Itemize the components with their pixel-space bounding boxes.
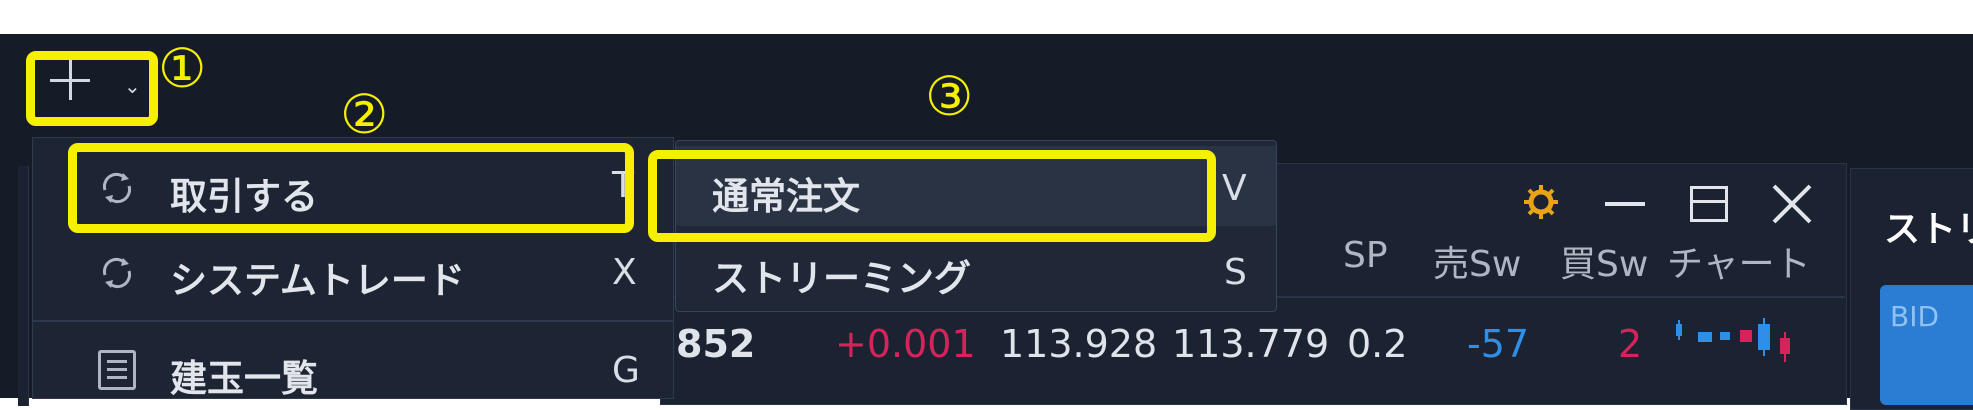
highlight-normal-order (648, 150, 1216, 242)
bid-cell[interactable]: 113.928 (1000, 322, 1157, 366)
menu-item-system-trade-shortcut: X (612, 252, 637, 293)
ask-cell[interactable]: 113.779 (1172, 322, 1329, 366)
submenu-item-normal-order-shortcut: V (1222, 168, 1247, 209)
mini-chart[interactable] (1672, 318, 1812, 368)
dropdown-left-edge (18, 166, 29, 406)
header-sp: SP (1343, 235, 1388, 276)
callout-3: ③ (925, 65, 974, 128)
gear-icon[interactable] (1522, 183, 1560, 221)
menu-separator (33, 320, 673, 322)
sell-sw-cell: -57 (1467, 322, 1530, 366)
buy-sw-cell: 2 (1618, 322, 1643, 366)
highlight-add-button (26, 51, 158, 126)
highlight-trade-item (68, 143, 634, 233)
minimize-icon[interactable] (1605, 202, 1645, 206)
submenu-item-streaming-label: ストリーミング (712, 257, 971, 300)
streaming-panel-title: ストリ (1884, 209, 1973, 250)
menu-item-system-trade-label: システムトレード (170, 259, 465, 302)
list-icon (98, 350, 136, 390)
pair-cell[interactable]: 852 (676, 322, 755, 366)
header-buy-sw: 買Sw (1560, 244, 1649, 285)
menu-item-positions-shortcut: G (612, 350, 640, 391)
menu-item-positions-label: 建玉一覧 (170, 357, 318, 400)
sync-icon (97, 253, 137, 293)
callout-1: ① (158, 37, 207, 100)
header-chart: チャート (1667, 244, 1811, 285)
sp-cell: 0.2 (1347, 322, 1408, 366)
header-sell-sw: 売Sw (1433, 244, 1522, 285)
change-cell: +0.001 (835, 322, 976, 366)
bid-label: BID (1890, 300, 1940, 333)
maximize-icon[interactable] (1690, 186, 1728, 222)
callout-2: ② (340, 83, 389, 146)
close-icon[interactable] (1770, 182, 1814, 226)
submenu-item-streaming-shortcut: S (1224, 252, 1247, 293)
